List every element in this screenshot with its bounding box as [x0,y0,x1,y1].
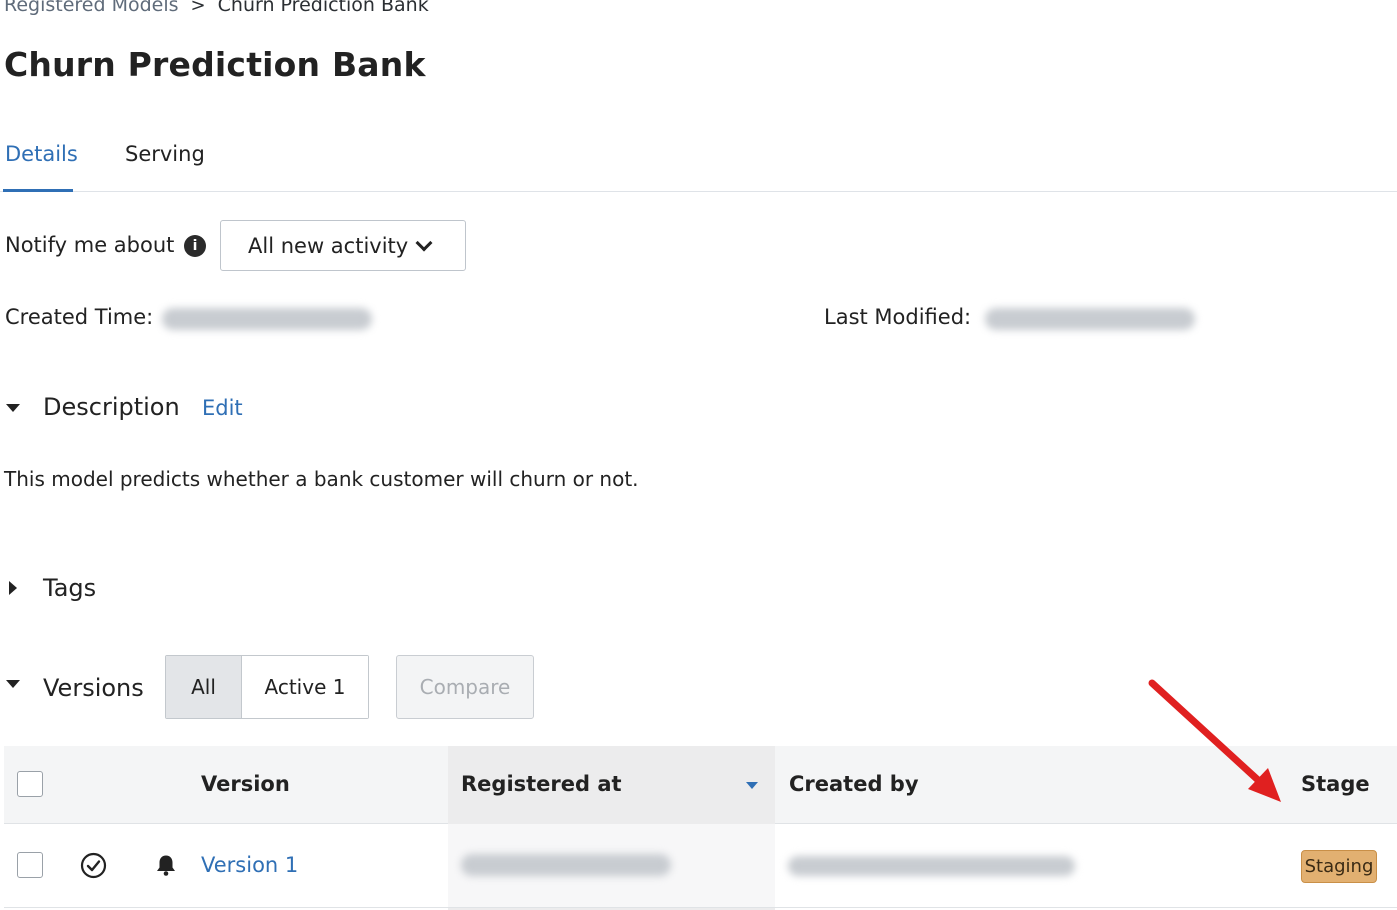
notify-dropdown-value: All new activity [248,233,409,258]
stage-badge: Staging [1301,850,1377,883]
versions-filter-toggle: All Active 1 [165,655,369,719]
column-header-version[interactable]: Version [201,772,290,796]
active-tab-indicator [3,189,73,192]
tags-expand-caret-icon[interactable] [9,581,17,595]
created-by-value-redacted [788,856,1075,876]
chevron-down-icon [415,234,433,251]
filter-all-button[interactable]: All [166,656,242,718]
check-circle-icon [80,852,107,879]
created-time-label: Created Time: [5,305,154,329]
compare-button[interactable]: Compare [396,655,534,719]
last-modified-value-redacted [985,308,1195,330]
description-collapse-caret-icon[interactable] [6,404,20,412]
filter-active-button[interactable]: Active 1 [242,656,368,718]
notify-label: Notify me about [5,233,175,257]
description-edit-link[interactable]: Edit [202,396,243,420]
breadcrumb: Registered Models > Churn Prediction Ban… [4,0,429,16]
column-header-registered-at[interactable]: Registered at [461,772,622,796]
breadcrumb-current: Churn Prediction Bank [217,0,429,16]
bell-icon[interactable] [154,853,178,877]
tab-details[interactable]: Details [5,142,78,166]
versions-section-title[interactable]: Versions [43,674,144,702]
row-divider [4,907,1397,908]
info-icon[interactable]: i [184,235,206,257]
page-title: Churn Prediction Bank [4,45,426,84]
created-time-value-redacted [162,308,372,330]
select-all-checkbox[interactable] [17,771,43,797]
description-section-title[interactable]: Description [43,393,180,421]
registered-at-value-redacted [461,854,671,876]
breadcrumb-separator: > [190,0,206,16]
versions-collapse-caret-icon[interactable] [6,680,20,688]
column-header-created-by[interactable]: Created by [789,772,919,796]
sort-descending-icon[interactable] [746,782,758,789]
version-link[interactable]: Version 1 [201,853,298,877]
last-modified-label: Last Modified: [824,305,972,329]
tab-serving[interactable]: Serving [125,142,205,166]
tags-section-title[interactable]: Tags [43,574,96,602]
tab-bar: Details Serving [0,132,1397,192]
notify-dropdown[interactable]: All new activity [220,220,466,271]
row-select-checkbox[interactable] [17,852,43,878]
column-header-stage[interactable]: Stage [1301,772,1370,796]
breadcrumb-registered-models-link[interactable]: Registered Models [4,0,179,16]
description-text: This model predicts whether a bank custo… [4,467,639,491]
